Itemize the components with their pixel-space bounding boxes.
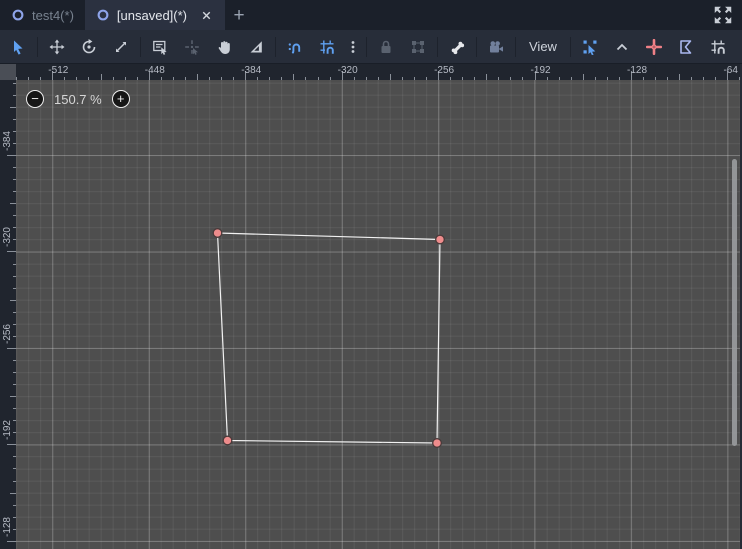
- zoom-level-button[interactable]: 150.7 %: [54, 92, 102, 107]
- scale-tool-icon: [113, 39, 129, 55]
- ruler-tool-icon: [248, 39, 264, 55]
- rotate-tool-button[interactable]: [73, 33, 105, 61]
- snap-options-menu-icon: [345, 39, 361, 55]
- zoom-out-button[interactable]: −: [26, 90, 44, 108]
- close-tab-icon[interactable]: [198, 7, 214, 23]
- move-origin-tool-icon: [184, 39, 200, 55]
- zoom-widget: − 150.7 % +: [26, 90, 130, 108]
- ruler-label: -192: [530, 65, 551, 76]
- lock-button-button[interactable]: [370, 33, 402, 61]
- ruler-label: -256: [434, 65, 455, 76]
- 2d-viewport-canvas[interactable]: − 150.7 % +: [16, 80, 742, 549]
- select-tool-icon: [10, 39, 26, 55]
- skeleton-menu-icon: [449, 39, 465, 55]
- horizontal-ruler[interactable]: -512 -448 -384 -320 -256 -192 -128 -64: [16, 64, 742, 80]
- select-tool-button[interactable]: [2, 33, 34, 61]
- vertical-ruler[interactable]: -384 -320 -256 -192 -128: [0, 80, 16, 549]
- polygon-vertex-handle-2[interactable]: [432, 438, 442, 448]
- camera-override-button-icon: [488, 39, 504, 55]
- ruler-label: -128: [627, 65, 648, 76]
- ruler-tool-button[interactable]: [240, 33, 272, 61]
- toolbar-separator: [275, 36, 276, 57]
- edit-points-tool-button[interactable]: [574, 33, 606, 61]
- scene-tab-0[interactable]: test4(*): [0, 0, 85, 30]
- toolbar-separator: [37, 36, 38, 57]
- grid-snap-toggle-icon: [319, 39, 335, 55]
- group-button-button[interactable]: [402, 33, 434, 61]
- move-origin-tool-button[interactable]: [176, 33, 208, 61]
- toolbar-separator: [437, 36, 438, 57]
- lock-button-icon: [378, 39, 394, 55]
- ruler-label: -320: [2, 227, 13, 248]
- polygon-vertex-handle-3[interactable]: [222, 435, 233, 446]
- list-select-tool-icon: [152, 39, 168, 55]
- zoom-in-button[interactable]: +: [111, 90, 130, 108]
- move-tool-button[interactable]: [41, 33, 73, 61]
- add-point-tool-icon: [645, 38, 662, 55]
- camera-override-button-button[interactable]: [480, 33, 512, 61]
- toolbar-separator: [366, 36, 367, 57]
- add-scene-tab-button[interactable]: +: [225, 0, 253, 30]
- ruler-label: -256: [2, 323, 13, 344]
- pan-tool-icon: [216, 39, 232, 55]
- expand-viewport-button[interactable]: [712, 4, 734, 26]
- rotate-tool-icon: [81, 38, 97, 55]
- skeleton-menu-button[interactable]: [441, 33, 473, 61]
- ruler-label: -448: [144, 65, 165, 76]
- scene-tabs: test4(*) [unsaved](*): [0, 0, 225, 30]
- polygon-overlay: [212, 228, 445, 448]
- ruler-label: -64: [723, 65, 738, 76]
- snap-relative-toggle-button[interactable]: [702, 33, 734, 61]
- canvas-toolbar: View: [0, 30, 742, 64]
- snap-options-menu-button[interactable]: [343, 33, 363, 61]
- scene-tab-1[interactable]: [unsaved](*): [84, 0, 225, 30]
- toolbar-separator: [569, 36, 571, 57]
- toolbar-separator: [476, 36, 477, 57]
- polygon-outline[interactable]: [216, 232, 441, 444]
- smart-snap-toggle-button[interactable]: [279, 33, 311, 61]
- ruler-label: -128: [2, 516, 13, 537]
- ruler-label: -192: [2, 420, 13, 441]
- list-select-tool-button[interactable]: [144, 33, 176, 61]
- scene-circle-icon: [11, 8, 25, 22]
- ruler-label: -320: [337, 65, 358, 76]
- tabbar-spacer: [253, 0, 712, 30]
- scene-circle-icon: [96, 8, 110, 22]
- ruler-corner: [0, 64, 16, 80]
- polygon-vertex-handle-1[interactable]: [435, 234, 445, 245]
- scale-tool-button[interactable]: [105, 33, 137, 61]
- move-tool-icon: [49, 39, 65, 55]
- pan-tool-button[interactable]: [208, 33, 240, 61]
- grid-snap-toggle-button[interactable]: [311, 33, 343, 61]
- add-point-tool-button[interactable]: [638, 33, 670, 61]
- edit-points-tool-icon: [582, 39, 598, 55]
- scene-tab-bar: test4(*) [unsaved](*) +: [0, 0, 742, 30]
- group-button-icon: [410, 39, 426, 55]
- ruler-label: -512: [48, 65, 69, 76]
- polygon-tool-icon: [678, 39, 694, 55]
- smart-snap-toggle-icon: [287, 39, 303, 55]
- ruler-label: -384: [2, 131, 13, 152]
- chevron-up-icon: [614, 39, 630, 55]
- snap-relative-toggle-icon: [710, 39, 726, 55]
- tab-label: [unsaved](*): [116, 7, 187, 23]
- chevron-up-button[interactable]: [606, 33, 638, 61]
- ruler-label: -384: [241, 65, 262, 76]
- vertical-scrollbar-thumb[interactable]: [732, 159, 737, 446]
- polygon-tool-button[interactable]: [670, 33, 702, 61]
- expand-icon: [712, 6, 734, 30]
- toolbar-separator: [140, 36, 141, 57]
- toolbar-separator: [515, 36, 516, 57]
- polygon-vertex-handle-0[interactable]: [212, 228, 223, 238]
- tab-label: test4(*): [32, 7, 74, 23]
- view-menu-button[interactable]: View: [519, 39, 567, 54]
